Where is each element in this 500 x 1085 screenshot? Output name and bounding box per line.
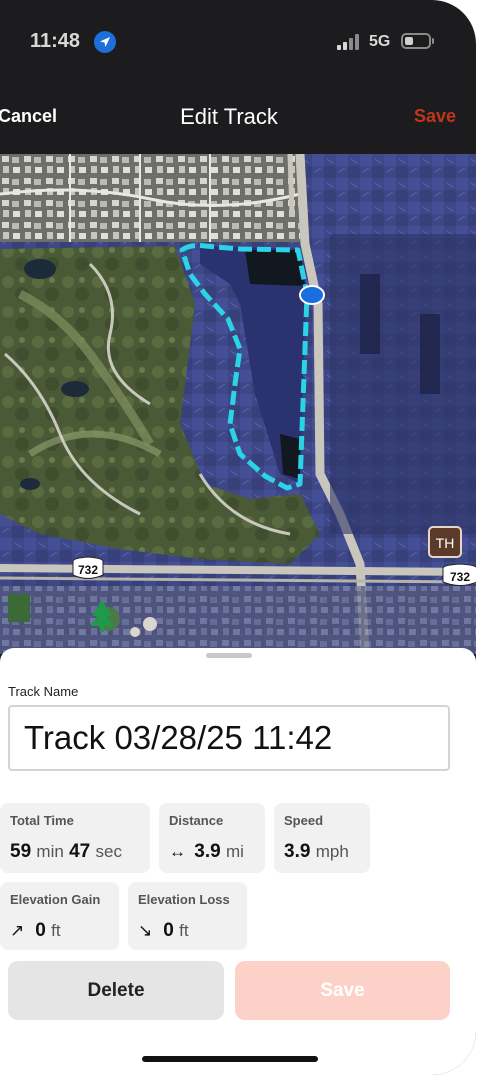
trailhead-label: TH	[436, 535, 455, 551]
stat-label: Distance	[169, 813, 224, 828]
stat-elevation-loss: Elevation Loss ↘ 0 ft	[128, 882, 247, 950]
route-shield-icon: 732	[72, 556, 104, 579]
route-label: 732	[450, 570, 470, 584]
stat-label: Elevation Loss	[138, 892, 230, 907]
arrow-up-right-icon: ↗	[10, 921, 25, 940]
home-indicator[interactable]	[142, 1056, 318, 1062]
map-highway	[0, 564, 476, 576]
status-bar: 11:48 5G	[0, 0, 476, 80]
route-shield-icon: 732	[442, 563, 476, 586]
stat-value: 59 min 47 sec	[10, 841, 122, 862]
stat-label: Elevation Gain	[10, 892, 101, 907]
delete-button[interactable]: Delete	[8, 961, 224, 1020]
route-label: 732	[78, 563, 98, 577]
page-title: Edit Track	[180, 104, 278, 129]
map-view[interactable]: 732 732 TH	[0, 154, 476, 654]
cellular-signal-icon	[337, 34, 361, 50]
nav-save-button[interactable]: Save	[414, 106, 456, 127]
track-details-sheet: Track Name Total Time 59 min 47 sec Dist…	[0, 648, 476, 1075]
stat-value: ↗ 0 ft	[10, 920, 61, 941]
arrow-down-right-icon: ↘	[138, 921, 153, 940]
network-type: 5G	[369, 33, 391, 50]
sheet-grabber[interactable]	[206, 653, 252, 658]
save-button[interactable]: Save	[235, 961, 450, 1020]
stat-value: 3.9 mph	[284, 841, 349, 862]
stat-elevation-gain: Elevation Gain ↗ 0 ft	[0, 882, 119, 950]
nav-bar: Cancel Edit Track Save	[0, 90, 476, 150]
track-name-input[interactable]	[8, 705, 450, 771]
map-lake	[245, 250, 305, 286]
stat-distance: Distance ↔ 3.9 mi	[159, 803, 265, 873]
stat-speed: Speed 3.9 mph	[274, 803, 370, 873]
track-name-label: Track Name	[8, 684, 79, 699]
stat-value: ↘ 0 ft	[138, 920, 189, 941]
stat-label: Speed	[284, 813, 324, 828]
stat-value: ↔ 3.9 mi	[169, 841, 244, 862]
stat-label: Total Time	[10, 813, 74, 828]
phone-screen: 11:48 5G Cancel Edit Track Save 732 732 …	[0, 0, 476, 1075]
status-time: 11:48	[30, 30, 81, 52]
battery-icon	[401, 33, 434, 49]
stat-total-time: Total Time 59 min 47 sec	[0, 803, 150, 873]
current-position-marker	[299, 285, 325, 305]
trailhead-marker[interactable]: TH	[428, 526, 462, 558]
distance-arrows-icon: ↔	[169, 842, 186, 861]
location-arrow-icon	[94, 31, 116, 53]
